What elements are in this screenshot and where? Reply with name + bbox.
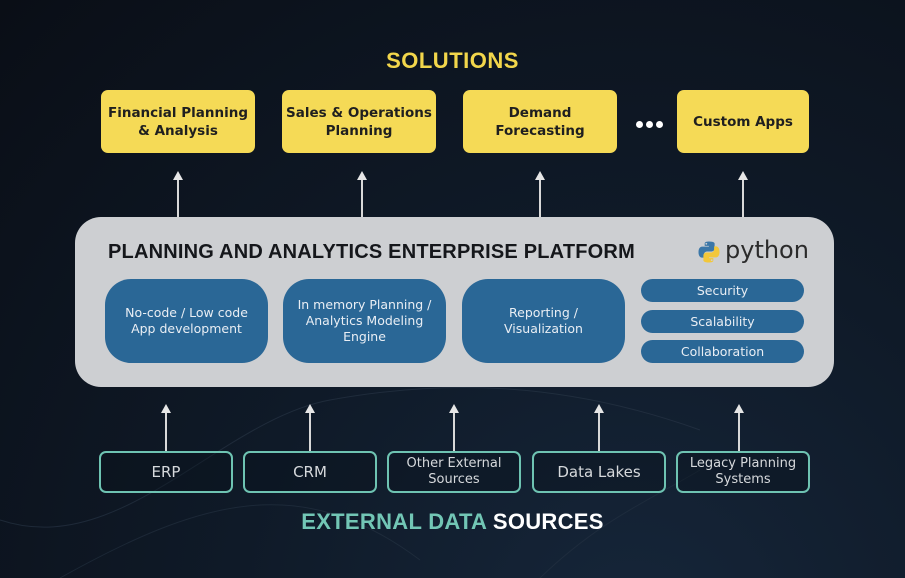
arrow-up-icon [305,404,315,451]
source-data-lakes[interactable]: Data Lakes [532,451,666,493]
ellipsis-icon [636,121,663,128]
arrow-up-icon [535,171,545,217]
arrow-up-icon [357,171,367,217]
python-logo-icon [698,241,720,263]
python-wordmark: python [725,236,809,264]
arrow-up-icon [738,171,748,217]
module-reporting-visualization[interactable]: Reporting / Visualization [462,279,625,363]
source-crm[interactable]: CRM [243,451,377,493]
platform-title: PLANNING AND ANALYTICS ENTERPRISE PLATFO… [108,241,635,263]
solutions-title: SOLUTIONS [386,48,519,73]
solution-financial-planning[interactable]: Financial Planning & Analysis [101,90,255,153]
platform-panel: PLANNING AND ANALYTICS ENTERPRISE PLATFO… [75,217,834,387]
module-no-code-app-development[interactable]: No-code / Low code App development [105,279,268,363]
solution-sales-operations-planning[interactable]: Sales & Operations Planning [282,90,436,153]
sources-title-part1: EXTERNAL DATA [301,509,487,534]
arrow-up-icon [449,404,459,451]
source-legacy-planning-systems[interactable]: Legacy Planning Systems [676,451,810,493]
solution-demand-forecasting[interactable]: Demand Forecasting [463,90,617,153]
capability-security[interactable]: Security [641,279,804,302]
arrow-up-icon [594,404,604,451]
sources-title-part2: SOURCES [492,509,604,534]
source-erp[interactable]: ERP [99,451,233,493]
arrow-up-icon [734,404,744,451]
capability-scalability[interactable]: Scalability [641,310,804,333]
source-other-external[interactable]: Other External Sources [387,451,521,493]
capability-collaboration[interactable]: Collaboration [641,340,804,363]
solution-custom-apps[interactable]: Custom Apps [677,90,809,153]
external-data-sources-title: EXTERNAL DATA SOURCES [0,509,905,535]
python-logo: python [697,236,809,264]
arrow-up-icon [173,171,183,217]
module-in-memory-modeling-engine[interactable]: In memory Planning / Analytics Modeling … [283,279,446,363]
arrow-up-icon [161,404,171,451]
